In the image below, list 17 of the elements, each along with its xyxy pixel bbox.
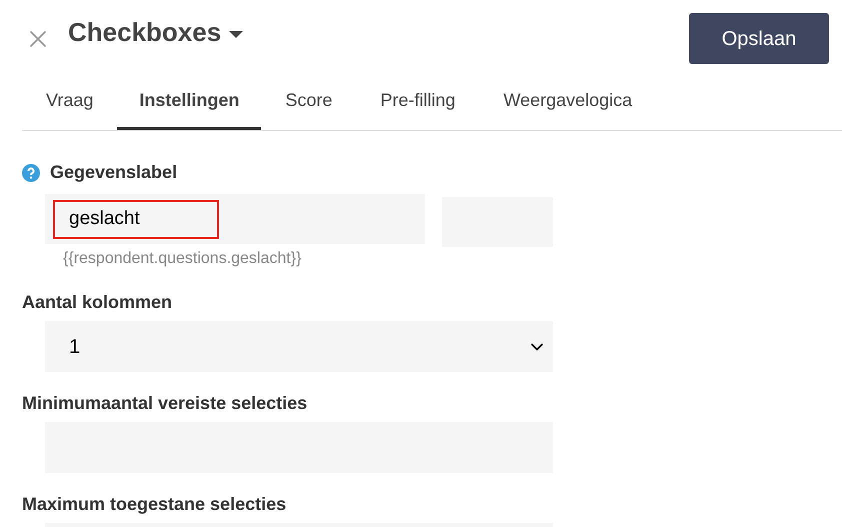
tab[interactable]: Score	[261, 74, 356, 130]
field-label: Minimumaantal vereiste selecties	[22, 392, 308, 414]
field-label: Gegevenslabel	[50, 161, 178, 184]
tab[interactable]: Vraag	[22, 74, 118, 130]
input-field[interactable]: geslacht	[45, 194, 425, 244]
save-button[interactable]: Opslaan	[689, 13, 829, 64]
field-label: Maximum toegestane selecties	[22, 493, 288, 515]
page-title[interactable]: Checkboxes	[68, 13, 222, 52]
tab[interactable]: Weergavelogica	[479, 74, 656, 130]
tab[interactable]: Instellingen	[117, 74, 262, 130]
field-label: Aantal kolommen	[22, 291, 174, 313]
select-field[interactable]: 1	[45, 321, 553, 372]
variable-hint: {{respondent.questions.geslacht}}	[63, 249, 302, 269]
tab[interactable]: Pre-filling	[356, 74, 480, 130]
field-value: geslacht	[53, 200, 219, 238]
help-icon[interactable]	[22, 164, 40, 182]
caret-icon[interactable]	[229, 30, 244, 38]
